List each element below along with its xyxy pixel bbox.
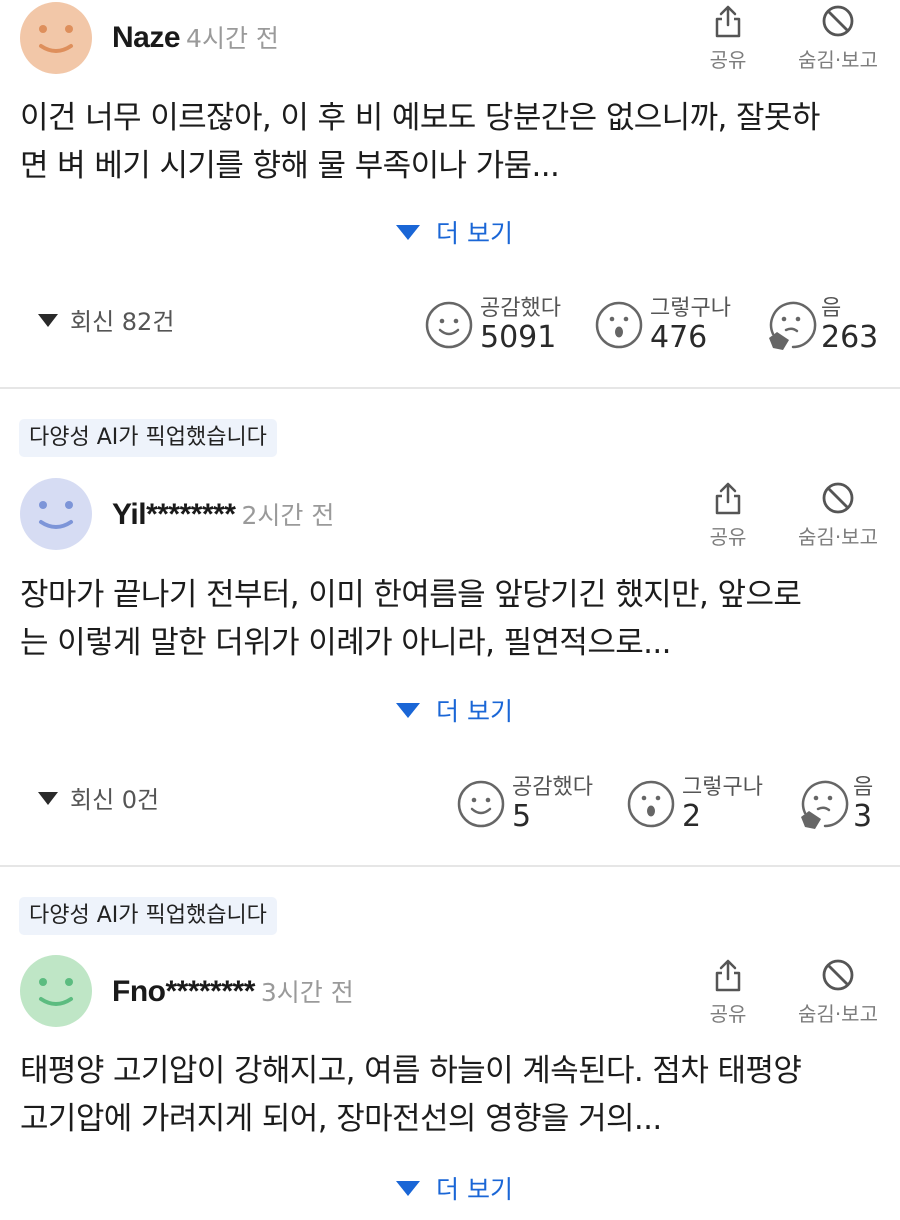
hide-report-label: 숨김·보고 [798,48,878,72]
comment-body: 이건 너무 이르잖아, 이 후 비 예보도 당분간은 없으니까, 잘못하 면 벼… [20,94,885,190]
reaction-empathy-button[interactable]: 공감했다 5091 [424,290,584,362]
show-more-button[interactable]: 더 보기 [396,214,513,254]
author-name[interactable]: Fno******** [112,975,255,1008]
reaction-agree-button[interactable]: 그렇구나 2 [626,769,776,841]
reaction-count: 5 [512,799,532,834]
reaction-empathy-button[interactable]: 공감했다 5 [456,769,606,841]
ai-pickup-badge: 다양성 AI가 픽업했습니다 [19,419,277,457]
hide-report-button[interactable]: 숨김·보고 [793,958,883,1027]
surprised-icon [627,780,675,828]
author-name[interactable]: Yil******** [112,498,236,531]
share-icon [715,5,741,38]
share-label: 공유 [709,1002,747,1026]
reaction-count: 263 [821,320,879,355]
share-label: 공유 [709,525,747,549]
reaction-hmm-button[interactable]: 음 263 [765,290,885,362]
smile-icon [425,301,473,349]
surprised-icon [595,301,643,349]
share-button[interactable]: 공유 [683,958,773,1027]
reaction-label: 그렇구나 [650,296,731,321]
comment-time: 2시간 전 [241,501,335,530]
comment-line: 이건 너무 이르잖아, 이 후 비 예보도 당분간은 없으니까, 잘못하 [20,100,820,136]
reaction-label: 공감했다 [480,296,561,321]
reaction-agree-button[interactable]: 그렇구나 476 [594,290,754,362]
comment-item: 다양성 AI가 픽업했습니다 Fno******** 3시간 전 공유 숨김·보고… [0,867,900,1220]
hide-report-button[interactable]: 숨김·보고 [793,481,883,550]
reaction-hmm-button[interactable]: 음 3 [797,769,887,841]
smile-icon [457,780,505,828]
share-button[interactable]: 공유 [683,4,773,73]
show-more-button[interactable]: 더 보기 [396,692,513,732]
comment-body: 장마가 끝나기 전부터, 이미 한여름을 앞당기긴 했지만, 앞으로 는 이렇게… [20,571,885,667]
reaction-count: 2 [682,799,702,834]
avatar[interactable] [20,2,92,74]
replies-count: 회신 0건 [70,786,160,814]
comment-line: 는 이렇게 말한 더위가 이례가 아니라, 필연적으로... [20,625,672,661]
comment-item: Naze 4시간 전 공유 숨김·보고 이건 너무 이르잖아, 이 후 비 예보도… [0,0,900,389]
share-label: 공유 [709,48,747,72]
show-more-button[interactable]: 더 보기 [396,1170,513,1210]
reaction-label: 공감했다 [512,775,593,800]
caret-down-icon [396,1181,420,1196]
comment-line: 태평양 고기압이 강해지고, 여름 하늘이 계속된다. 점차 태평양 [20,1053,802,1089]
replies-toggle[interactable]: 회신 0건 [38,780,159,820]
reaction-label: 음 [821,296,842,321]
comment-item: 다양성 AI가 픽업했습니다 Yil******** 2시간 전 공유 숨김·보고… [0,389,900,867]
comment-line: 장마가 끝나기 전부터, 이미 한여름을 앞당기긴 했지만, 앞으로 [20,577,802,613]
comment-time: 4시간 전 [186,24,279,53]
replies-toggle[interactable]: 회신 82건 [38,302,174,342]
thinking-icon [769,301,817,350]
comment-time: 3시간 전 [260,978,354,1007]
comment-line: 고기압에 가려지게 되어, 장마전선의 영향을 거의... [20,1101,662,1137]
hide-report-label: 숨김·보고 [798,525,878,549]
comment-author: Naze 4시간 전 [112,18,279,58]
block-icon [822,5,854,37]
thinking-icon [801,780,849,829]
show-more-label: 더 보기 [436,697,513,726]
replies-count: 회신 82건 [70,308,175,336]
reaction-count: 476 [650,320,708,355]
comment-author: Fno******** 3시간 전 [112,972,354,1012]
block-icon [822,959,854,991]
block-icon [822,482,854,514]
show-more-label: 더 보기 [436,1175,513,1204]
caret-down-icon [396,225,420,240]
ai-pickup-badge: 다양성 AI가 픽업했습니다 [19,897,277,935]
reaction-label: 그렇구나 [682,775,763,800]
avatar[interactable] [20,955,92,1027]
comment-line: 면 벼 베기 시기를 향해 물 부족이나 가뭄... [20,148,560,184]
caret-down-icon [38,792,58,805]
avatar[interactable] [20,478,92,550]
share-button[interactable]: 공유 [683,481,773,550]
share-icon [715,959,741,992]
reaction-label: 음 [853,775,874,800]
comment-author: Yil******** 2시간 전 [112,495,334,535]
reaction-count: 3 [853,799,873,834]
reaction-count: 5091 [480,320,557,355]
author-name[interactable]: Naze [112,21,181,54]
show-more-label: 더 보기 [436,219,513,248]
caret-down-icon [38,314,58,327]
comment-body: 태평양 고기압이 강해지고, 여름 하늘이 계속된다. 점차 태평양 고기압에 … [20,1047,885,1143]
hide-report-button[interactable]: 숨김·보고 [793,4,883,73]
hide-report-label: 숨김·보고 [798,1002,878,1026]
share-icon [715,482,741,515]
caret-down-icon [396,703,420,718]
